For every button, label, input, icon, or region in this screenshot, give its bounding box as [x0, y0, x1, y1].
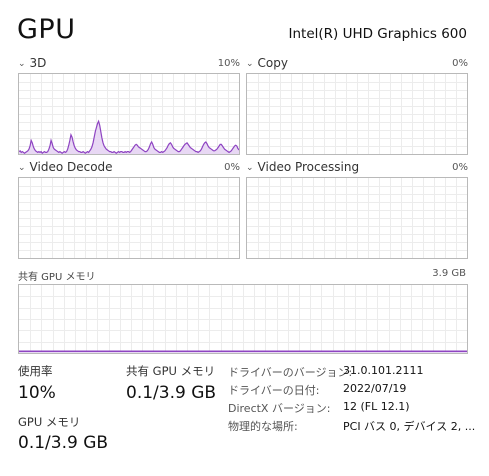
engine-label: Video Processing	[257, 160, 360, 174]
chevron-down-icon: ⌄	[246, 59, 254, 69]
physical-location-value: PCI バス 0, デバイス 2, ...	[343, 420, 476, 433]
engine-selector-video-decode[interactable]: ⌄ Video Decode	[18, 160, 113, 174]
page-title: GPU	[17, 14, 76, 45]
utilization-label: 使用率	[18, 364, 53, 378]
graph-video-processing	[246, 177, 468, 259]
engine-graph-svg	[19, 178, 239, 258]
engine-label: 3D	[29, 56, 47, 70]
shared-memory-stat-label: 共有 GPU メモリ	[126, 364, 216, 378]
graph-video-decode	[18, 177, 240, 259]
physical-location-key: 物理的な場所:	[228, 420, 298, 433]
engine-graph-svg	[19, 74, 239, 154]
directx-version-key: DirectX バージョン:	[228, 402, 331, 415]
gpu-adapter-name: Intel(R) UHD Graphics 600	[288, 26, 468, 42]
utilization-value: 10%	[18, 383, 56, 403]
driver-version-key: ドライバーのバージョン:	[228, 366, 353, 379]
driver-version-value: 31.0.101.2111	[343, 364, 424, 377]
engine-graph-svg	[247, 178, 467, 258]
graph-copy	[246, 73, 468, 155]
gpu-memory-value: 0.1/3.9 GB	[18, 433, 109, 453]
driver-date-key: ドライバーの日付:	[228, 384, 320, 397]
memory-graph-svg	[19, 285, 467, 353]
engine-selector-copy[interactable]: ⌄ Copy	[246, 56, 288, 70]
shared-memory-stat-value: 0.1/3.9 GB	[126, 383, 217, 403]
engine-percent: 0%	[224, 162, 240, 173]
engine-percent: 0%	[452, 162, 468, 173]
engine-label: Video Decode	[29, 160, 113, 174]
chevron-down-icon: ⌄	[246, 163, 254, 173]
gpu-memory-label: GPU メモリ	[18, 415, 81, 429]
chevron-down-icon: ⌄	[18, 59, 26, 69]
engine-percent: 10%	[217, 58, 240, 69]
shared-memory-graph	[18, 284, 468, 354]
engine-label: Copy	[257, 56, 288, 70]
engine-percent: 0%	[452, 58, 468, 69]
directx-version-value: 12 (FL 12.1)	[343, 400, 410, 413]
engine-graph-svg	[247, 74, 467, 154]
shared-memory-max: 3.9 GB	[432, 268, 466, 279]
driver-date-value: 2022/07/19	[343, 382, 407, 395]
engine-selector-video-processing[interactable]: ⌄ Video Processing	[246, 160, 359, 174]
chevron-down-icon: ⌄	[18, 163, 26, 173]
graph-3d	[18, 73, 240, 155]
engine-selector-3d[interactable]: ⌄ 3D	[18, 56, 46, 70]
shared-memory-label: 共有 GPU メモリ	[18, 272, 96, 283]
